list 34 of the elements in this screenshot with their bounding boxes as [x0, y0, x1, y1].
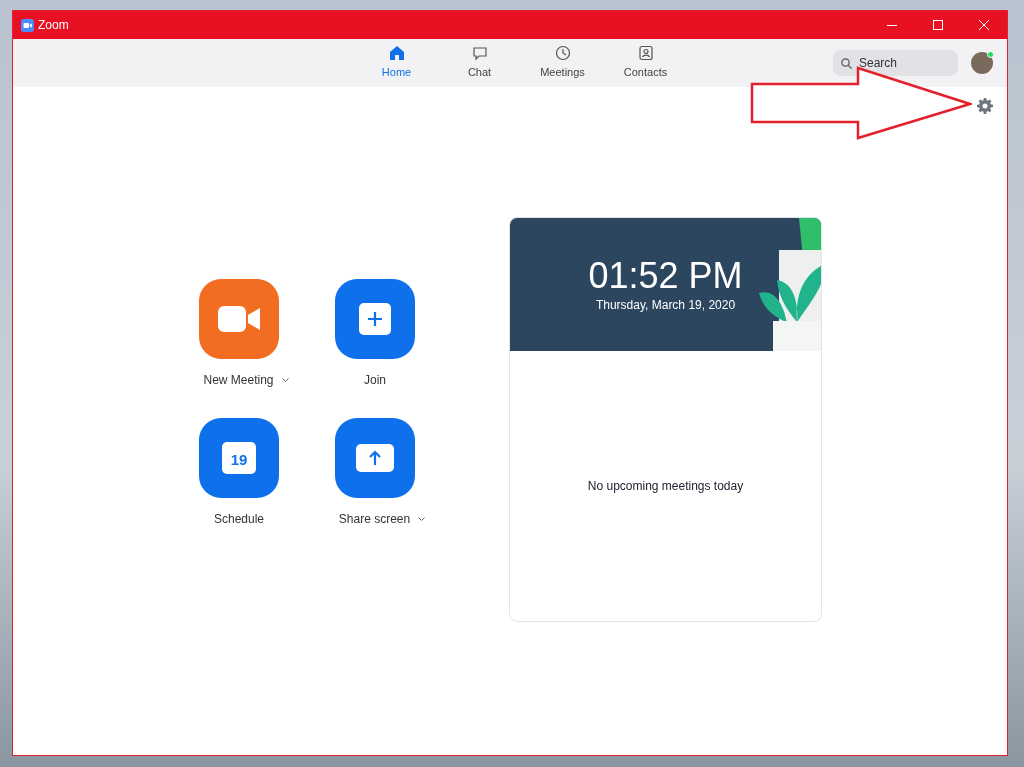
new-meeting-button[interactable] [199, 279, 279, 359]
plus-icon [359, 303, 391, 335]
join-button[interactable] [335, 279, 415, 359]
clock-icon [554, 45, 571, 62]
caret-icon[interactable] [418, 517, 426, 521]
avatar[interactable] [971, 52, 993, 74]
empty-meetings-message: No upcoming meetings today [587, 478, 744, 495]
share-screen-button[interactable] [335, 418, 415, 498]
chat-bubble-icon [471, 45, 488, 62]
nav-tab[interactable]: Home [355, 39, 438, 87]
settings-icon [977, 98, 993, 114]
maximize-icon [933, 20, 943, 30]
minimize-icon [887, 24, 897, 26]
settings-button[interactable] [976, 97, 994, 115]
window-title: Zoom [38, 17, 69, 34]
calendar-icon: 19 [222, 442, 256, 474]
action-label: Join [364, 372, 386, 389]
contact-card-icon [637, 45, 654, 62]
action-label: Share screen [338, 511, 411, 528]
search-icon [841, 58, 852, 69]
nav-tab[interactable]: Chat [438, 39, 521, 87]
schedule-button[interactable]: 19 [199, 418, 279, 498]
video-camera-icon [218, 306, 260, 332]
search-field[interactable]: Search [833, 50, 958, 76]
close-icon [979, 20, 989, 30]
action-label: New Meeting [203, 372, 274, 389]
home-icon [388, 45, 405, 62]
camera-logo-icon [21, 18, 34, 32]
clock-time: 01:52 PM [588, 256, 743, 296]
clock-date: Thursday, March 19, 2020 [595, 297, 736, 314]
nav-tab[interactable]: Meetings [521, 39, 604, 87]
caret-icon[interactable] [281, 378, 289, 382]
nav-tab[interactable]: Contacts [604, 39, 687, 87]
action-label: Schedule [213, 511, 264, 528]
